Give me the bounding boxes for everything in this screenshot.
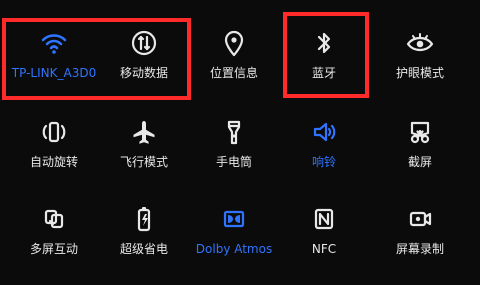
dolby-icon (223, 210, 245, 228)
tile-nfc[interactable]: NFC (276, 204, 372, 284)
mobile-data-icon (131, 30, 157, 56)
tile-ring-mode-label: 响铃 (311, 155, 336, 169)
multi-screen-icon (44, 209, 64, 229)
tile-battery-saver-label: 超级省电 (119, 242, 168, 256)
tile-nfc-label: NFC (311, 242, 337, 256)
screen-record-icon (409, 211, 432, 227)
tile-mobile-data[interactable]: 移动数据 (96, 28, 192, 108)
airplane-icon (133, 121, 155, 144)
tile-screenshot-label: 截屏 (407, 155, 432, 169)
tile-eye-comfort-label: 护眼模式 (395, 66, 444, 80)
tile-mobile-data-label: 移动数据 (119, 66, 168, 80)
tile-dolby-atmos[interactable]: Dolby Atmos (186, 204, 282, 284)
tile-multi-screen-label: 多屏互动 (29, 242, 78, 256)
tile-wifi[interactable]: TP-LINK_A3D0 (6, 28, 102, 108)
quick-settings-panel: TP-LINK_A3D0 移动数据 位置信息 蓝牙 护眼模式 自动旋转 飞行模式… (0, 0, 480, 285)
auto-rotate-icon (42, 121, 66, 143)
tile-screenshot[interactable]: 截屏 (372, 117, 468, 197)
tile-screen-record-label: 屏幕录制 (395, 242, 444, 256)
tile-battery-saver[interactable]: 超级省电 (96, 204, 192, 284)
tile-flashlight[interactable]: 手电筒 (186, 117, 282, 197)
speaker-icon (313, 122, 336, 142)
quick-settings-grid: TP-LINK_A3D0 移动数据 位置信息 蓝牙 护眼模式 自动旋转 飞行模式… (0, 0, 480, 285)
tile-flashlight-label: 手电筒 (215, 155, 252, 169)
nfc-icon (314, 208, 334, 230)
wifi-icon (41, 34, 67, 54)
tile-ring-mode[interactable]: 响铃 (276, 117, 372, 197)
tile-screen-record[interactable]: 屏幕录制 (372, 204, 468, 284)
tile-location-label: 位置信息 (209, 66, 258, 80)
flashlight-icon (227, 120, 241, 145)
location-icon (224, 30, 244, 57)
tile-wifi-label: TP-LINK_A3D0 (11, 66, 97, 80)
tile-multi-screen[interactable]: 多屏互动 (6, 204, 102, 284)
tile-airplane-mode[interactable]: 飞行模式 (96, 117, 192, 197)
tile-auto-rotate-label: 自动旋转 (29, 155, 78, 169)
tile-location[interactable]: 位置信息 (186, 28, 282, 108)
tile-bluetooth[interactable]: 蓝牙 (276, 28, 372, 108)
tile-eye-comfort[interactable]: 护眼模式 (372, 28, 468, 108)
bluetooth-icon (317, 32, 331, 54)
tile-airplane-mode-label: 飞行模式 (119, 155, 168, 169)
eye-icon (406, 33, 434, 52)
screenshot-icon (410, 121, 430, 144)
tile-auto-rotate[interactable]: 自动旋转 (6, 117, 102, 197)
tile-dolby-atmos-label: Dolby Atmos (195, 242, 273, 256)
battery-saver-icon (137, 207, 151, 232)
tile-bluetooth-label: 蓝牙 (311, 66, 336, 80)
